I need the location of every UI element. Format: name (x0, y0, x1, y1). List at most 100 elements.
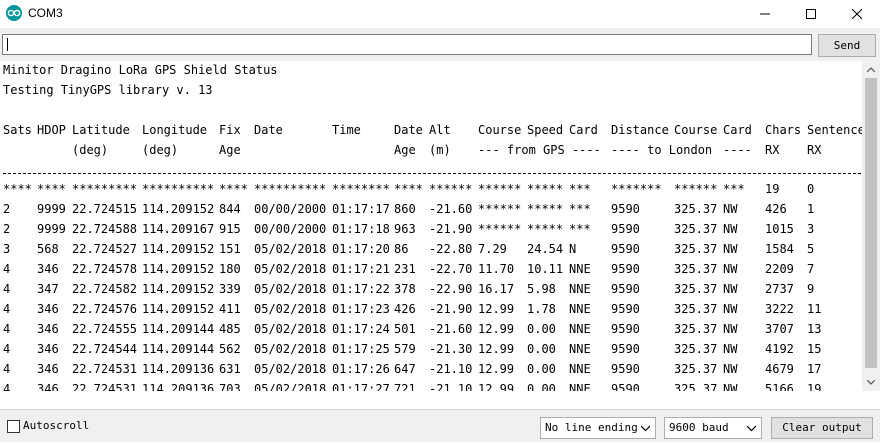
table-cell: -21.60 (429, 202, 473, 216)
vertical-scrollbar[interactable] (862, 61, 880, 391)
table-cell: 12.99 (478, 342, 515, 356)
table-cell: -21.10 (429, 382, 473, 391)
table-cell: 860 (394, 202, 416, 216)
table-cell: 5166 (765, 382, 794, 391)
line-ending-select[interactable]: No line ending (540, 417, 656, 439)
scroll-down-icon[interactable] (862, 374, 880, 391)
serial-input-field[interactable] (2, 34, 812, 55)
table-cell: 5.98 (527, 282, 556, 296)
minimize-icon (760, 13, 770, 15)
table-cell: 9590 (611, 242, 640, 256)
table-cell: ****** (478, 202, 522, 216)
table-cell: 00/00/2000 (254, 222, 327, 236)
header-sub-cell: --- from GPS ---- (478, 143, 601, 157)
table-cell: 4 (3, 302, 11, 316)
table-cell: 346 (37, 342, 59, 356)
baud-rate-select[interactable]: 9600 baud (664, 417, 762, 439)
send-button[interactable]: Send (818, 34, 876, 57)
table-cell: 12.99 (478, 302, 515, 316)
table-cell: 631 (219, 362, 241, 376)
table-cell: 22.724555 (72, 322, 138, 336)
table-cell: ********* (72, 182, 138, 196)
header-cell: Date (394, 123, 423, 137)
header-cell: Alt (429, 123, 451, 137)
table-cell: N (569, 242, 577, 256)
table-cell: 19 (807, 382, 822, 391)
table-cell: 01:17:25 (332, 342, 390, 356)
table-cell: 325.37 (674, 262, 718, 276)
table-cell: NW (723, 382, 738, 391)
table-cell: 2 (3, 222, 11, 236)
table-cell: 22.724531 (72, 362, 138, 376)
table-cell: 325.37 (674, 282, 718, 296)
table-cell: 05/02/2018 (254, 382, 327, 391)
table-cell: 3 (3, 242, 11, 256)
autoscroll-label: Autoscroll (23, 419, 90, 432)
table-cell: 22.724578 (72, 262, 138, 276)
table-cell: 114.209136 (142, 382, 215, 391)
table-cell: 325.37 (674, 362, 718, 376)
table-cell: 9590 (611, 262, 640, 276)
table-cell: ****** (478, 222, 522, 236)
table-cell: 01:17:18 (332, 222, 390, 236)
scroll-up-icon[interactable] (862, 61, 880, 78)
table-cell: 01:17:21 (332, 262, 390, 276)
table-cell: 114.209136 (142, 362, 215, 376)
header-cell: Fix (219, 123, 241, 137)
table-cell: 4 (3, 282, 11, 296)
autoscroll-checkbox[interactable] (7, 420, 20, 433)
table-cell: 180 (219, 262, 241, 276)
header-sub-cell: Age (394, 143, 416, 157)
table-cell: 05/02/2018 (254, 282, 327, 296)
header-divider (3, 173, 861, 174)
table-cell: 01:17:26 (332, 362, 390, 376)
table-cell: *** (723, 182, 745, 196)
table-cell: 9590 (611, 322, 640, 336)
table-cell: 0.00 (527, 362, 556, 376)
header-cell: Date (254, 123, 283, 137)
table-cell: 11.70 (478, 262, 515, 276)
table-cell: -21.10 (429, 362, 473, 376)
scrollbar-thumb[interactable] (865, 78, 877, 368)
table-cell: 3222 (765, 302, 794, 316)
table-cell: 9 (807, 282, 815, 296)
close-button[interactable] (834, 0, 880, 28)
table-cell: 1584 (765, 242, 794, 256)
maximize-button[interactable] (788, 0, 834, 28)
table-cell: 15 (807, 342, 822, 356)
table-cell: 568 (37, 242, 59, 256)
table-cell: 151 (219, 242, 241, 256)
table-cell: NW (723, 342, 738, 356)
table-cell: 9999 (37, 222, 66, 236)
table-cell: 00/00/2000 (254, 202, 327, 216)
table-cell: 3 (807, 222, 815, 236)
table-cell: NW (723, 202, 738, 216)
table-cell: 4 (3, 382, 11, 391)
table-cell: 9590 (611, 342, 640, 356)
header-cell: HDOP (37, 123, 66, 137)
table-cell: 12.99 (478, 382, 515, 391)
table-cell: 426 (394, 302, 416, 316)
table-cell: **** (3, 182, 32, 196)
table-cell: 1015 (765, 222, 794, 236)
table-cell: -22.70 (429, 262, 473, 276)
header-sub-cell: (deg) (142, 143, 179, 157)
table-cell: 3707 (765, 322, 794, 336)
table-cell: 22.724588 (72, 222, 138, 236)
table-cell: 2209 (765, 262, 794, 276)
table-cell: 915 (219, 222, 241, 236)
minimize-button[interactable] (742, 0, 788, 28)
line-ending-value: No line ending (545, 421, 638, 434)
header-sub-cell: ---- to London (611, 143, 713, 157)
table-cell: 721 (394, 382, 416, 391)
table-cell: 325.37 (674, 322, 718, 336)
table-cell: 325.37 (674, 242, 718, 256)
table-cell: 22.724576 (72, 302, 138, 316)
table-cell: ***** (527, 202, 564, 216)
table-cell: 01:17:23 (332, 302, 390, 316)
clear-output-button[interactable]: Clear output (771, 417, 873, 439)
table-cell: 114.209152 (142, 302, 215, 316)
table-cell: 9590 (611, 302, 640, 316)
table-cell: 325.37 (674, 222, 718, 236)
table-cell: -22.80 (429, 242, 473, 256)
